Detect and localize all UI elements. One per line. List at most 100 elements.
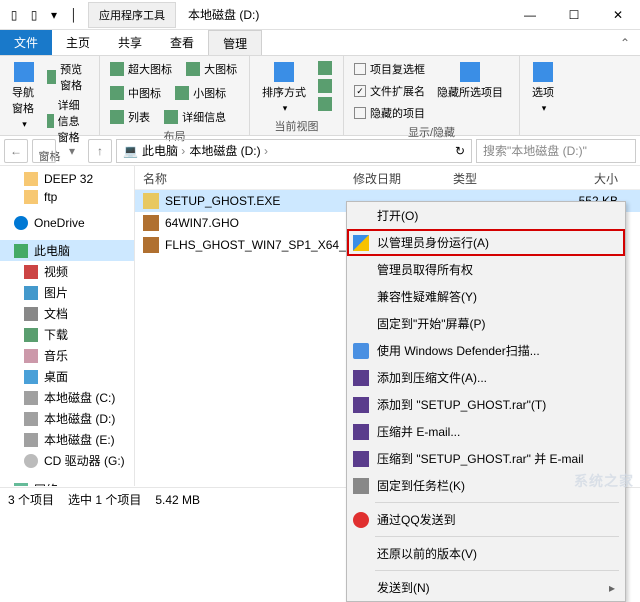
ctx-open[interactable]: 打开(O) bbox=[347, 202, 625, 229]
tree-item-documents[interactable]: 文档 bbox=[0, 303, 134, 324]
ribbon-tabs: 文件 主页 共享 查看 管理 ⌃ bbox=[0, 30, 640, 56]
close-button[interactable]: ✕ bbox=[596, 1, 640, 29]
tree-item-ftp[interactable]: ftp bbox=[0, 188, 134, 206]
music-icon bbox=[24, 349, 38, 363]
document-icon bbox=[24, 307, 38, 321]
back-button[interactable]: ← bbox=[4, 139, 28, 163]
separator bbox=[375, 502, 619, 503]
column-headers: 名称 修改日期 类型 大小 bbox=[135, 166, 640, 190]
folder-icon bbox=[24, 172, 38, 186]
breadcrumb[interactable]: 💻 此电脑 本地磁盘 (D:) ↻ bbox=[116, 139, 472, 163]
fitcol-button[interactable] bbox=[316, 96, 334, 112]
ctx-prev-version[interactable]: 还原以前的版本(V) bbox=[347, 540, 625, 567]
ctx-qq-send[interactable]: 通过QQ发送到 bbox=[347, 506, 625, 533]
hide-selected-button[interactable]: 隐藏所选项目 bbox=[433, 60, 507, 122]
download-icon bbox=[24, 328, 38, 342]
groupby-button[interactable] bbox=[316, 60, 334, 76]
pc-icon bbox=[14, 244, 28, 258]
options-icon bbox=[533, 62, 553, 82]
list-icon bbox=[110, 110, 124, 124]
ctx-pin-start[interactable]: 固定到"开始"屏幕(P) bbox=[347, 310, 625, 337]
shield-icon bbox=[353, 343, 369, 359]
hidden-items-toggle[interactable]: 隐藏的项目 bbox=[352, 104, 427, 122]
layout-medium[interactable]: 中图标 小图标 bbox=[108, 84, 241, 102]
file-ext-toggle[interactable]: ✓文件扩展名 bbox=[352, 82, 427, 100]
maximize-button[interactable]: ☐ bbox=[552, 1, 596, 29]
layout-list[interactable]: 列表 详细信息 bbox=[108, 108, 241, 126]
file-name: 64WIN7.GHO bbox=[165, 216, 369, 230]
separator bbox=[375, 536, 619, 537]
ribbon-collapse-icon[interactable]: ⌃ bbox=[610, 30, 640, 55]
col-date[interactable]: 修改日期 bbox=[353, 170, 453, 187]
crumb-drive[interactable]: 本地磁盘 (D:) bbox=[189, 142, 268, 159]
minimize-button[interactable]: — bbox=[508, 1, 552, 29]
status-size: 5.42 MB bbox=[155, 493, 200, 507]
chevron-down-icon[interactable]: ▾ bbox=[46, 7, 62, 23]
ctx-add-archive[interactable]: 添加到压缩文件(A)... bbox=[347, 364, 625, 391]
tree-item-deep32[interactable]: DEEP 32 bbox=[0, 170, 134, 188]
tree-item-drive-d[interactable]: 本地磁盘 (D:) bbox=[0, 408, 134, 429]
sort-button[interactable]: 排序方式 bbox=[258, 60, 310, 116]
nav-pane-button[interactable]: 导航窗格 bbox=[8, 60, 39, 146]
refresh-icon[interactable]: ↻ bbox=[455, 144, 465, 158]
desktop-icon bbox=[24, 370, 38, 384]
tree-item-videos[interactable]: 视频 bbox=[0, 261, 134, 282]
tree-item-onedrive[interactable]: OneDrive bbox=[0, 214, 134, 232]
grid-icon bbox=[186, 62, 200, 76]
col-size[interactable]: 大小 bbox=[543, 170, 632, 187]
tab-share[interactable]: 共享 bbox=[104, 30, 156, 55]
up-button[interactable]: ↑ bbox=[88, 139, 112, 163]
forward-button[interactable]: → bbox=[32, 139, 56, 163]
doc-icon: ▯ bbox=[26, 7, 42, 23]
drive-icon bbox=[24, 412, 38, 426]
gho-icon bbox=[143, 237, 159, 253]
tree-item-network[interactable]: 网络 bbox=[0, 479, 134, 486]
qat: ▯ ▯ ▾ │ bbox=[0, 7, 88, 23]
status-selection: 选中 1 个项目 bbox=[68, 491, 141, 508]
ctx-add-named-archive[interactable]: 添加到 "SETUP_GHOST.rar"(T) bbox=[347, 391, 625, 418]
crumb-this-pc[interactable]: 此电脑 bbox=[142, 142, 185, 159]
col-type[interactable]: 类型 bbox=[453, 170, 543, 187]
recent-button[interactable]: ▾ bbox=[60, 139, 84, 163]
pc-icon: 💻 bbox=[123, 144, 138, 158]
preview-icon bbox=[47, 70, 56, 84]
ctx-defender-scan[interactable]: 使用 Windows Defender扫描... bbox=[347, 337, 625, 364]
nav-pane-icon bbox=[14, 62, 34, 82]
search-input[interactable]: 搜索"本地磁盘 (D:)" bbox=[476, 139, 636, 163]
preview-pane-button[interactable]: 预览窗格 bbox=[45, 60, 91, 94]
drive-icon bbox=[24, 433, 38, 447]
ribbon-context-tab[interactable]: 应用程序工具 bbox=[88, 2, 176, 28]
options-button[interactable]: 选项 bbox=[528, 60, 558, 129]
tree-item-drive-c[interactable]: 本地磁盘 (C:) bbox=[0, 387, 134, 408]
tree-item-pictures[interactable]: 图片 bbox=[0, 282, 134, 303]
tab-view[interactable]: 查看 bbox=[156, 30, 208, 55]
ctx-zip-named-email[interactable]: 压缩到 "SETUP_GHOST.rar" 并 E-mail bbox=[347, 445, 625, 472]
status-count: 3 个项目 bbox=[8, 491, 54, 508]
watermark: 系统之家 bbox=[574, 471, 634, 491]
checkbox-icon bbox=[354, 63, 366, 75]
tree-item-music[interactable]: 音乐 bbox=[0, 345, 134, 366]
layout-extra-large[interactable]: 超大图标 大图标 bbox=[108, 60, 241, 78]
addcol-button[interactable] bbox=[316, 78, 334, 94]
grid-icon bbox=[110, 62, 124, 76]
ctx-run-as-admin[interactable]: 以管理员身份运行(A) bbox=[347, 229, 625, 256]
item-checkbox-toggle[interactable]: 项目复选框 bbox=[352, 60, 427, 78]
col-name[interactable]: 名称 bbox=[143, 170, 353, 187]
ctx-send-to[interactable]: 发送到(N)▸ bbox=[347, 574, 625, 601]
tab-file[interactable]: 文件 bbox=[0, 30, 52, 55]
picture-icon bbox=[24, 286, 38, 300]
tab-home[interactable]: 主页 bbox=[52, 30, 104, 55]
tab-manage[interactable]: 管理 bbox=[208, 30, 262, 55]
tree-item-drive-e[interactable]: 本地磁盘 (E:) bbox=[0, 429, 134, 450]
archive-icon bbox=[353, 424, 369, 440]
tree-item-cd[interactable]: CD 驱动器 (G:) bbox=[0, 450, 134, 471]
tree-item-this-pc[interactable]: 此电脑 bbox=[0, 240, 134, 261]
tree-item-desktop[interactable]: 桌面 bbox=[0, 366, 134, 387]
ctx-compat[interactable]: 兼容性疑难解答(Y) bbox=[347, 283, 625, 310]
group-label-showhide: 显示/隐藏 bbox=[352, 122, 511, 140]
ctx-zip-email[interactable]: 压缩并 E-mail... bbox=[347, 418, 625, 445]
ctx-take-ownership[interactable]: 管理员取得所有权 bbox=[347, 256, 625, 283]
tree-item-downloads[interactable]: 下载 bbox=[0, 324, 134, 345]
details-icon bbox=[164, 110, 178, 124]
address-bar: ← → ▾ ↑ 💻 此电脑 本地磁盘 (D:) ↻ 搜索"本地磁盘 (D:)" bbox=[0, 136, 640, 166]
